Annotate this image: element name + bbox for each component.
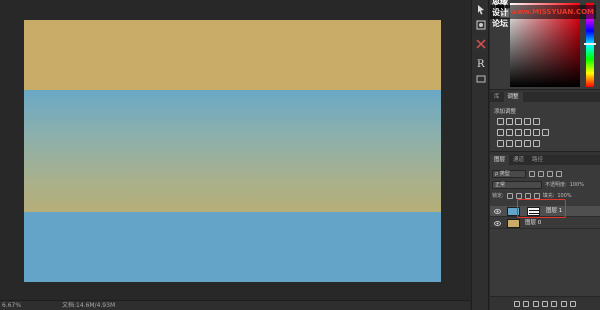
gradient-map-icon[interactable] xyxy=(524,140,531,147)
watermark-en-text: www.MISSYUAN.COM xyxy=(510,8,594,16)
bottom-color-band xyxy=(24,212,441,282)
adjustment-icons-row-3 xyxy=(497,140,540,147)
canvas-area[interactable] xyxy=(0,0,470,300)
vibrance-icon[interactable] xyxy=(533,118,540,125)
exposure-icon[interactable] xyxy=(524,118,531,125)
photo-filter-icon[interactable] xyxy=(524,129,531,136)
svg-text:R: R xyxy=(477,59,485,70)
adjustment-icons-row-1 xyxy=(497,118,540,125)
channel-mixer-icon[interactable] xyxy=(533,129,540,136)
tab-adjustments[interactable]: 调整 xyxy=(503,92,523,102)
top-color-band xyxy=(24,20,441,90)
adjustment-icons-row-2 xyxy=(497,129,549,136)
document-canvas[interactable] xyxy=(24,20,441,282)
lock-pixels-icon[interactable] xyxy=(515,192,522,199)
lock-position-icon[interactable] xyxy=(524,192,531,199)
layer-filter-select[interactable]: ρ 类型 xyxy=(492,169,526,178)
hue-saturation-icon[interactable] xyxy=(497,129,504,136)
site-watermark: 思缘设计论坛 www.MISSYUAN.COM xyxy=(490,0,596,28)
history-brush-icon[interactable] xyxy=(474,72,488,86)
zoom-level[interactable]: 6.67% xyxy=(2,302,21,309)
right-panels: 思缘设计论坛 www.MISSYUAN.COM 库 调整 添加调整 图层 通道 … xyxy=(490,0,600,310)
add-adjustment-label: 添加调整 xyxy=(494,109,517,115)
document-size: 文档:14.6M/4.93M xyxy=(62,302,116,309)
invert-icon[interactable] xyxy=(497,140,504,147)
selective-color-icon[interactable] xyxy=(533,140,540,147)
filter-type-icon[interactable] xyxy=(547,170,553,177)
quick-mask-icon[interactable] xyxy=(474,18,488,32)
tab-paths[interactable]: 路径 xyxy=(528,155,547,165)
filter-pixel-icon[interactable] xyxy=(529,170,535,177)
tutorial-highlight-box xyxy=(517,199,566,218)
tab-channels[interactable]: 通道 xyxy=(509,155,528,165)
hue-slider-handle[interactable] xyxy=(584,43,596,45)
visibility-eye-icon[interactable] xyxy=(494,220,501,227)
trash-icon[interactable] xyxy=(570,300,577,307)
posterize-icon[interactable] xyxy=(506,140,513,147)
new-layer-icon[interactable] xyxy=(560,300,567,307)
fill-value[interactable]: 100% xyxy=(557,193,571,199)
layer-filter-value: ρ 类型 xyxy=(495,170,510,177)
group-icon[interactable] xyxy=(551,300,558,307)
color-balance-icon[interactable] xyxy=(506,129,513,136)
opacity-value[interactable]: 100% xyxy=(570,182,584,188)
layer-thumbnail[interactable] xyxy=(507,219,520,228)
color-lookup-icon[interactable] xyxy=(542,129,549,136)
blend-mode-value: 正常 xyxy=(495,181,506,188)
black-white-icon[interactable] xyxy=(515,129,522,136)
filter-shape-icon[interactable] xyxy=(556,170,562,177)
move-tool-icon[interactable] xyxy=(474,3,488,17)
panel-toolstrip: R xyxy=(471,0,489,310)
paragraph-icon[interactable]: R xyxy=(474,56,488,70)
lock-all-icon[interactable] xyxy=(533,192,540,199)
layers-panel: 图层 通道 路径 ρ 类型 正常 不透明度: 100% 锁定: 填充: 100%… xyxy=(490,155,600,310)
filter-adjustment-icon[interactable] xyxy=(538,170,544,177)
adjustment-layer-icon[interactable] xyxy=(541,300,548,307)
layer-row-0[interactable]: 图层 0 xyxy=(490,218,600,229)
watermark-cn-text: 思缘设计论坛 xyxy=(492,0,508,28)
fx-icon[interactable] xyxy=(523,300,530,307)
opacity-label: 不透明度: xyxy=(545,182,567,188)
shape-tool-icon[interactable] xyxy=(474,37,488,51)
lock-transparent-icon[interactable] xyxy=(506,192,513,199)
layer-name[interactable]: 图层 0 xyxy=(525,220,541,227)
link-layers-icon[interactable] xyxy=(513,300,520,307)
gradient-transition-band xyxy=(24,90,441,212)
layers-footer xyxy=(490,296,600,310)
levels-icon[interactable] xyxy=(506,118,513,125)
tab-layers[interactable]: 图层 xyxy=(490,155,510,165)
adjustments-panel: 库 调整 添加调整 xyxy=(490,92,600,152)
add-mask-icon[interactable] xyxy=(532,300,539,307)
threshold-icon[interactable] xyxy=(515,140,522,147)
status-bar: 6.67% 文档:14.6M/4.93M xyxy=(0,300,470,310)
blend-opacity-row: 正常 不透明度: 100% xyxy=(492,180,584,189)
blend-mode-select[interactable]: 正常 xyxy=(492,180,542,189)
layer-filter-row: ρ 类型 xyxy=(492,169,562,178)
fill-label: 填充: xyxy=(542,193,555,199)
layers-tabbar: 图层 通道 路径 xyxy=(490,155,600,165)
tab-library[interactable]: 库 xyxy=(490,92,504,102)
visibility-eye-icon[interactable] xyxy=(494,208,501,215)
lock-label: 锁定: xyxy=(492,193,504,199)
adjustments-tabbar: 库 调整 xyxy=(490,92,600,102)
curves-icon[interactable] xyxy=(515,118,522,125)
brightness-icon[interactable] xyxy=(497,118,504,125)
photoshop-window: 6.67% 文档:14.6M/4.93M R 思缘设计论坛 www.MISSYU… xyxy=(0,0,600,310)
